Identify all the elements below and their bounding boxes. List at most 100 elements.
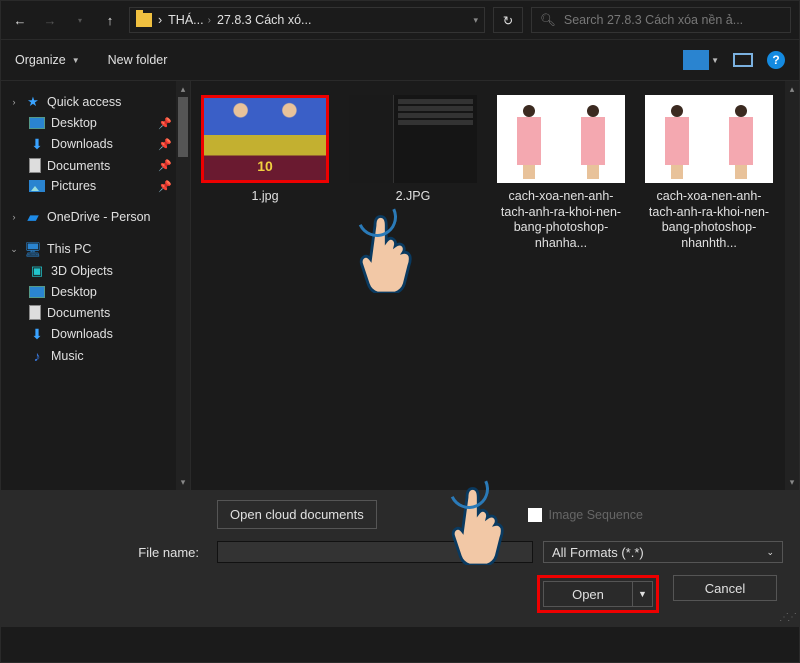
chevron-down-icon: ▼: [72, 56, 80, 65]
file-type-label: All Formats (*.*): [552, 545, 644, 560]
content-scrollbar[interactable]: ▴ ▾: [785, 81, 799, 490]
file-thumbnail: [349, 95, 477, 183]
file-name-input[interactable]: [217, 541, 533, 563]
file-item-3[interactable]: cach-xoa-nen-anh-tach-anh-ra-khoi-nen-ba…: [497, 95, 625, 252]
open-button[interactable]: Open: [543, 581, 633, 607]
sidebar-label: Music: [51, 349, 84, 363]
file-type-select[interactable]: All Formats (*.*) ⌄: [543, 541, 783, 563]
cloud-icon: ▰: [25, 209, 41, 225]
sidebar-this-pc[interactable]: ⌄ 🖥 This PC: [7, 238, 190, 260]
file-thumbnail: [204, 98, 326, 180]
sidebar-scrollbar[interactable]: ▴ ▾: [176, 81, 190, 490]
file-grid[interactable]: 1.jpg 2.JPG cach-xoa-nen-anh-tach-anh-ra…: [191, 81, 799, 490]
resize-grip-icon[interactable]: ⋰⋰: [779, 612, 795, 623]
chevron-icon: ›: [208, 15, 211, 26]
file-name-label: File name:: [17, 545, 207, 560]
button-label: Open: [572, 587, 604, 602]
button-label: Cancel: [705, 581, 745, 596]
nav-up-button[interactable]: ↑: [99, 9, 121, 31]
chevron-down-icon: ▼: [638, 589, 647, 599]
refresh-button[interactable]: ↻: [493, 7, 523, 33]
download-icon: ⬇: [29, 326, 45, 342]
sidebar-onedrive[interactable]: › ▰ OneDrive - Person: [7, 206, 190, 228]
scroll-up-icon: ▴: [785, 81, 799, 97]
desktop-icon: [29, 286, 45, 298]
checkbox-label: Image Sequence: [548, 508, 643, 522]
scroll-down-icon: ▾: [785, 474, 799, 490]
sidebar-label: Downloads: [51, 327, 113, 341]
desktop-icon: [29, 117, 45, 129]
address-history-dropdown[interactable]: ▾: [473, 15, 478, 26]
music-icon: ♪: [29, 348, 45, 364]
nav-recent-dropdown[interactable]: ▾: [69, 9, 91, 31]
sidebar-pictures[interactable]: Pictures 📌: [7, 176, 190, 196]
scroll-down-icon: ▾: [176, 474, 190, 490]
breadcrumb-seg-2[interactable]: 27.8.3 Cách xó...: [217, 13, 312, 27]
pictures-icon: [29, 180, 45, 192]
sidebar-label: OneDrive - Person: [47, 210, 151, 224]
caret-down-icon: ⌄: [9, 244, 19, 255]
file-name-label: 2.JPG: [396, 189, 431, 205]
button-label: Open cloud documents: [230, 507, 364, 522]
search-input[interactable]: [564, 13, 782, 27]
address-bar-row: ← → ▾ ↑ › THÁ... › 27.8.3 Cách xó... ▾ ↻…: [1, 1, 799, 40]
search-box[interactable]: 🔍︎: [531, 7, 791, 33]
address-box[interactable]: › THÁ... › 27.8.3 Cách xó... ▾: [129, 7, 485, 33]
help-button[interactable]: ?: [767, 51, 785, 69]
sidebar-label: Downloads: [51, 137, 113, 151]
breadcrumb-seg-1[interactable]: THÁ... ›: [168, 13, 211, 27]
organize-menu[interactable]: Organize ▼: [15, 53, 80, 67]
sidebar-label: Pictures: [51, 179, 96, 193]
file-name-label: 1.jpg: [251, 189, 278, 205]
sidebar-desktop-pc[interactable]: Desktop: [7, 282, 190, 302]
sidebar-music[interactable]: ♪ Music: [7, 345, 190, 367]
new-folder-label: New folder: [108, 53, 168, 67]
sidebar-documents-pc[interactable]: Documents: [7, 302, 190, 323]
new-folder-button[interactable]: New folder: [108, 53, 168, 67]
file-item-2[interactable]: 2.JPG: [349, 95, 477, 205]
bottom-panel: Open cloud documents Image Sequence File…: [1, 490, 799, 627]
refresh-icon: ↻: [503, 13, 513, 28]
file-item-4[interactable]: cach-xoa-nen-anh-tach-anh-ra-khoi-nen-ba…: [645, 95, 773, 252]
open-cloud-documents-button[interactable]: Open cloud documents: [217, 500, 377, 529]
sidebar-quick-access[interactable]: › ★ Quick access: [7, 91, 190, 113]
sidebar-label: 3D Objects: [51, 264, 113, 278]
file-name-label: cach-xoa-nen-anh-tach-anh-ra-khoi-nen-ba…: [497, 189, 625, 252]
caret-icon: ›: [9, 97, 19, 107]
toolbar-right: ▼ ?: [683, 50, 785, 70]
caret-icon: ›: [9, 212, 19, 222]
sidebar: › ★ Quick access Desktop 📌 ⬇ Downloads 📌…: [1, 81, 191, 490]
chevron-down-icon: ▼: [711, 56, 719, 65]
sidebar-documents[interactable]: Documents 📌: [7, 155, 190, 176]
scrollbar-thumb[interactable]: [178, 97, 188, 157]
breadcrumb-label: 27.8.3 Cách xó...: [217, 13, 312, 27]
open-dropdown-button[interactable]: ▼: [633, 581, 653, 607]
scroll-up-icon: ▴: [176, 81, 190, 97]
file-item-1[interactable]: 1.jpg: [201, 95, 329, 205]
sidebar-downloads[interactable]: ⬇ Downloads 📌: [7, 133, 190, 155]
sidebar-label: Desktop: [51, 116, 97, 130]
cube-icon: ▣: [29, 263, 45, 279]
sidebar-desktop[interactable]: Desktop 📌: [7, 113, 190, 133]
main-area: › ★ Quick access Desktop 📌 ⬇ Downloads 📌…: [1, 80, 799, 490]
chevron-down-icon: ⌄: [766, 547, 774, 558]
file-name-label: cach-xoa-nen-anh-tach-anh-ra-khoi-nen-ba…: [645, 189, 773, 252]
thumbnails-icon: [683, 50, 709, 70]
image-sequence-checkbox[interactable]: Image Sequence: [528, 508, 643, 522]
open-button-highlight: Open ▼: [537, 575, 659, 613]
sidebar-3d-objects[interactable]: ▣ 3D Objects: [7, 260, 190, 282]
download-icon: ⬇: [29, 136, 45, 152]
sidebar-downloads-pc[interactable]: ⬇ Downloads: [7, 323, 190, 345]
cancel-button[interactable]: Cancel: [673, 575, 777, 601]
breadcrumb-label: THÁ...: [168, 13, 203, 27]
nav-back-button[interactable]: ←: [9, 9, 31, 31]
view-mode-picker[interactable]: ▼: [683, 50, 719, 70]
pc-icon: 🖥: [25, 241, 41, 257]
preview-pane-toggle[interactable]: [733, 53, 753, 67]
nav-forward-button[interactable]: →: [39, 9, 61, 31]
sidebar-label: Documents: [47, 306, 110, 320]
checkbox-icon: [528, 508, 542, 522]
toolbar: Organize ▼ New folder ▼ ?: [1, 40, 799, 80]
help-icon: ?: [772, 53, 779, 67]
file-thumbnail: [645, 95, 773, 183]
